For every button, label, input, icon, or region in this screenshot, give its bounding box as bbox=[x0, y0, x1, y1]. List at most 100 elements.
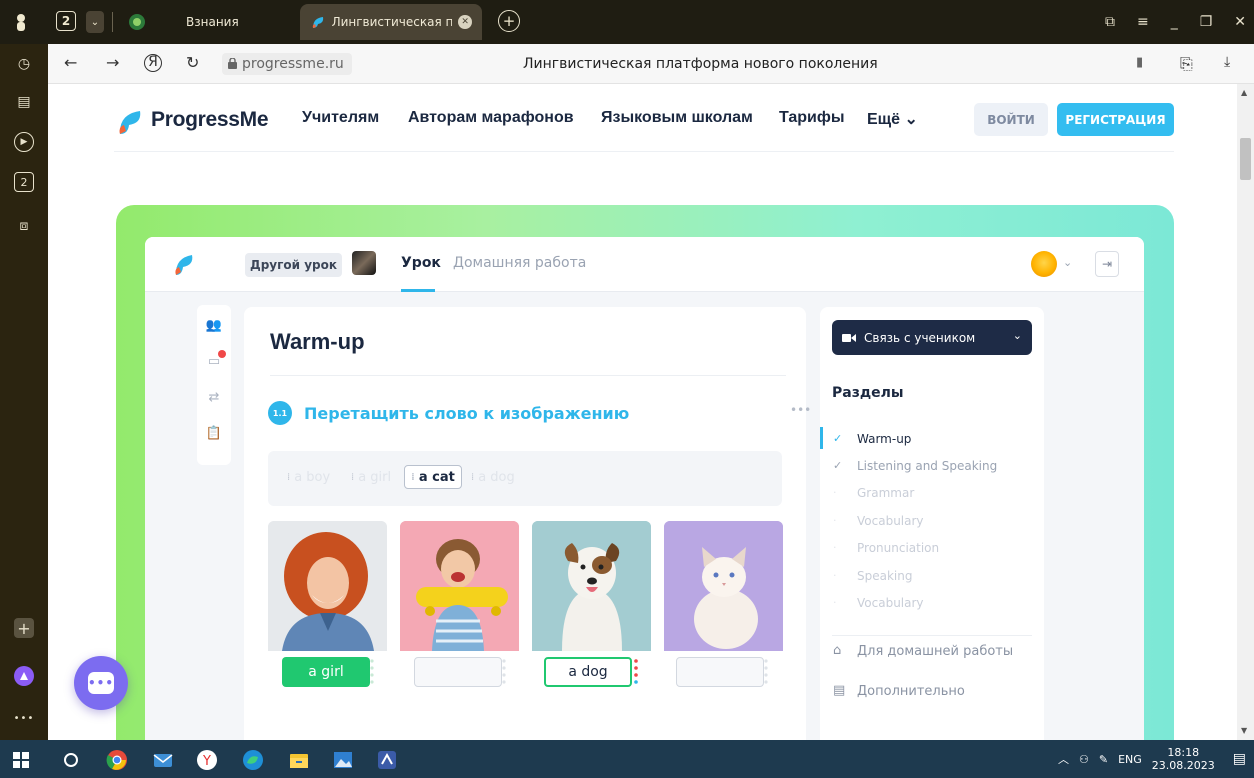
tab-vznaniya[interactable]: Взнания bbox=[176, 6, 249, 38]
restore-icon[interactable]: ❐ bbox=[1200, 14, 1213, 30]
alice-icon[interactable] bbox=[14, 666, 34, 686]
history-icon[interactable]: ◷ bbox=[14, 54, 34, 74]
menu-icon[interactable]: ≡ bbox=[1137, 14, 1149, 30]
pen-icon[interactable]: ✎ bbox=[1099, 753, 1108, 766]
tab-progressme[interactable]: Лингвистическая плато ✕ bbox=[300, 4, 482, 40]
search-icon[interactable] bbox=[60, 749, 82, 771]
chevron-down-icon[interactable]: ⌄ bbox=[1063, 256, 1072, 269]
play-icon[interactable]: ▶ bbox=[14, 132, 34, 152]
mail-icon[interactable] bbox=[152, 749, 174, 771]
login-button[interactable]: ВОЙТИ bbox=[974, 103, 1048, 136]
answer-slot-dog[interactable]: a dog bbox=[544, 657, 632, 687]
lesson-header: Другой урок Урок Домашняя работа ⌄ ⇥ bbox=[145, 237, 1144, 292]
window-controls: ⧉ ≡ _ ❐ ✕ bbox=[1105, 0, 1246, 44]
forward-icon[interactable]: → bbox=[106, 53, 119, 72]
answer-slot-boy[interactable] bbox=[414, 657, 502, 687]
reload-icon[interactable]: ↻ bbox=[186, 53, 199, 72]
yandex-browser-icon[interactable]: Y bbox=[196, 749, 218, 771]
collections-icon[interactable]: ⧉ bbox=[1105, 14, 1115, 30]
brand-name[interactable]: ProgressMe bbox=[151, 108, 269, 132]
downloads-icon[interactable]: ⤓ bbox=[1224, 54, 1230, 70]
back-icon[interactable]: ← bbox=[64, 53, 77, 72]
translate-icon[interactable]: ⇄ bbox=[206, 389, 222, 405]
close-tab-icon[interactable]: ✕ bbox=[458, 15, 472, 29]
support-chat-button[interactable]: ••• bbox=[74, 656, 128, 710]
network-icon[interactable]: ⚇ bbox=[1079, 753, 1089, 766]
counter-icon[interactable]: 2 bbox=[14, 172, 34, 192]
edge-icon[interactable] bbox=[242, 749, 264, 771]
word-chip[interactable]: ⁞ a girl bbox=[344, 465, 398, 489]
url-field[interactable]: progressme.ru bbox=[222, 53, 352, 75]
browser-sidebar: ◷ ▤ ▶ 2 ⧈ + ••• bbox=[0, 44, 48, 740]
other-lesson-button[interactable]: Другой урок bbox=[245, 253, 342, 277]
homework-link[interactable]: Для домашней работы bbox=[857, 644, 1013, 659]
progressme-logo-icon[interactable] bbox=[114, 106, 144, 136]
chrome-icon[interactable] bbox=[106, 749, 128, 771]
lesson-avatar[interactable] bbox=[352, 251, 376, 275]
answer-slot-girl[interactable]: a girl bbox=[282, 657, 370, 687]
section-item[interactable]: Warm-up bbox=[857, 432, 911, 446]
profile-icon[interactable] bbox=[14, 11, 28, 33]
drag-handle-icon[interactable] bbox=[634, 657, 638, 687]
yandex-icon[interactable]: Я bbox=[144, 54, 162, 72]
scroll-up-icon[interactable]: ▲ bbox=[1241, 88, 1247, 97]
new-tab-icon[interactable]: + bbox=[498, 10, 520, 32]
answer-slot-cat[interactable] bbox=[676, 657, 764, 687]
drag-handle-icon[interactable] bbox=[764, 657, 768, 687]
scroll-thumb[interactable] bbox=[1240, 138, 1251, 180]
bullet-icon: · bbox=[833, 486, 837, 499]
section-item[interactable]: Pronunciation bbox=[857, 541, 939, 555]
nav-teachers[interactable]: Учителям bbox=[302, 109, 379, 127]
tab-count-badge[interactable]: 2 bbox=[56, 11, 76, 31]
notes-icon[interactable]: ▤ bbox=[14, 92, 34, 112]
user-avatar[interactable] bbox=[1031, 251, 1057, 277]
close-icon[interactable]: ✕ bbox=[1234, 14, 1246, 30]
exit-icon[interactable]: ⇥ bbox=[1095, 251, 1119, 277]
app-icon[interactable] bbox=[376, 749, 398, 771]
chevron-down-icon[interactable]: ⌄ bbox=[86, 11, 104, 33]
file-explorer-icon[interactable] bbox=[288, 749, 310, 771]
tab-lesson[interactable]: Урок bbox=[401, 255, 441, 271]
language-indicator[interactable]: ENG bbox=[1118, 753, 1142, 766]
extra-link[interactable]: Дополнительно bbox=[857, 684, 965, 699]
students-icon[interactable]: 👥 bbox=[206, 317, 222, 333]
nav-pricing[interactable]: Тарифы bbox=[779, 109, 845, 127]
word-label: a cat bbox=[418, 469, 455, 485]
notifications-icon[interactable]: ▤ bbox=[1233, 751, 1246, 767]
section-item[interactable]: Speaking bbox=[857, 569, 912, 583]
photos-icon[interactable] bbox=[332, 749, 354, 771]
chevron-up-icon[interactable]: ︿ bbox=[1058, 751, 1069, 767]
drag-handle-icon[interactable] bbox=[502, 657, 506, 687]
register-button[interactable]: РЕГИСТРАЦИЯ bbox=[1057, 103, 1174, 136]
more-icon[interactable]: ••• bbox=[14, 708, 34, 728]
scroll-down-icon[interactable]: ▼ bbox=[1241, 726, 1247, 735]
windows-start-icon[interactable] bbox=[10, 749, 32, 771]
chat-notification-badge bbox=[218, 350, 226, 358]
reader-icon[interactable]: ⎘ bbox=[1180, 54, 1193, 74]
nav-authors[interactable]: Авторам марафонов bbox=[408, 109, 574, 127]
word-chip[interactable]: ⁞ a dog bbox=[464, 465, 522, 489]
drag-handle-icon[interactable] bbox=[370, 657, 374, 687]
bookmark-icon[interactable]: ▮ bbox=[1136, 55, 1143, 70]
minimize-icon[interactable]: _ bbox=[1171, 14, 1178, 30]
current-section-indicator bbox=[820, 427, 823, 449]
section-item[interactable]: Grammar bbox=[857, 486, 914, 500]
connect-student-button[interactable]: Связь с учеником ⌄ bbox=[832, 320, 1032, 355]
svg-text:Y: Y bbox=[202, 754, 211, 769]
clipboard-icon[interactable]: 📋 bbox=[206, 425, 222, 441]
section-item[interactable]: Vocabulary bbox=[857, 514, 924, 528]
screenshot-icon[interactable]: ⧈ bbox=[14, 216, 34, 236]
clock[interactable]: 18:18 23.08.2023 bbox=[1152, 746, 1215, 772]
word-chip[interactable]: ⁞ a cat bbox=[404, 465, 462, 489]
nav-more[interactable]: Ещё ⌄ bbox=[867, 109, 918, 129]
page-scrollbar[interactable]: ▲ ▼ bbox=[1237, 84, 1254, 740]
word-chip[interactable]: ⁞ a boy bbox=[280, 465, 337, 489]
nav-schools[interactable]: Языковым школам bbox=[601, 109, 753, 127]
tab-homework[interactable]: Домашняя работа bbox=[453, 255, 586, 271]
add-panel-icon[interactable]: + bbox=[14, 618, 34, 638]
chat-bubble-icon: ••• bbox=[88, 672, 114, 694]
section-item[interactable]: Listening and Speaking bbox=[857, 459, 997, 473]
divider bbox=[112, 12, 113, 32]
section-item[interactable]: Vocabulary bbox=[857, 596, 924, 610]
more-options-icon[interactable]: ••• bbox=[790, 403, 811, 417]
